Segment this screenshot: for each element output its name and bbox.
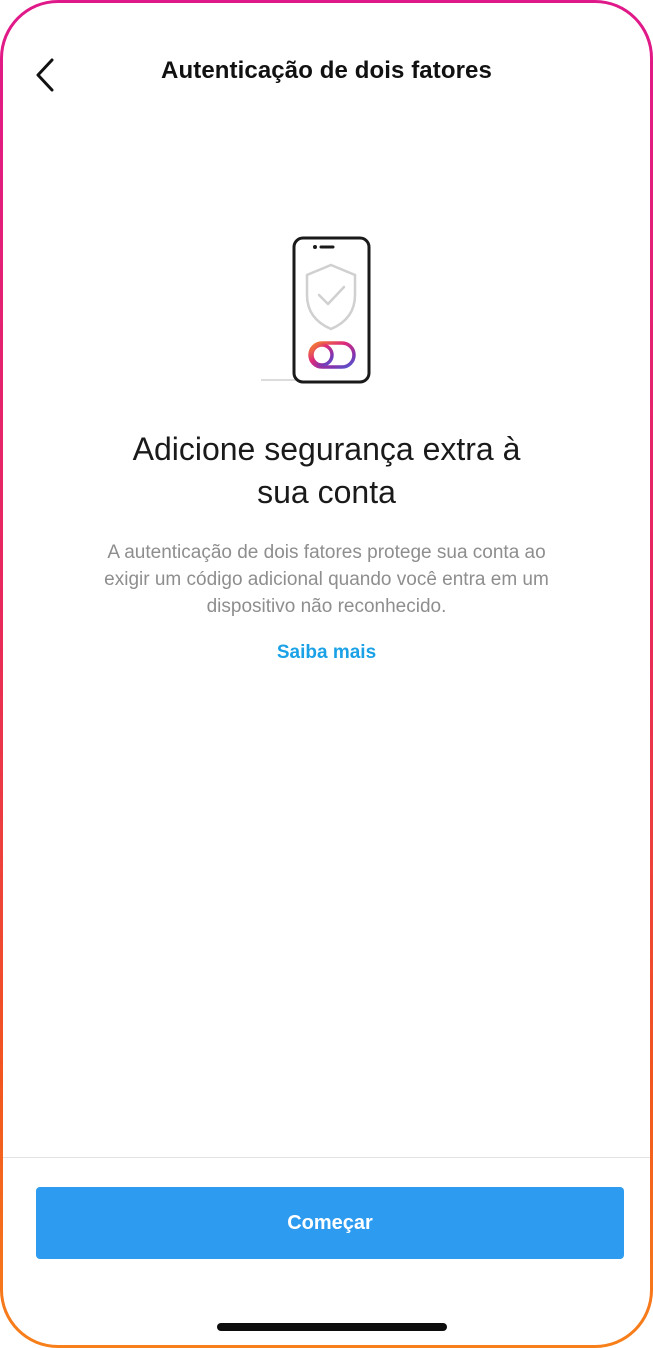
phone-shield-icon — [253, 233, 383, 393]
description-line-3: dispositivo não reconhecido. — [206, 596, 447, 617]
headline: Adicione segurança extra à sua conta — [43, 428, 610, 514]
page-title: Autenticação de dois fatores — [161, 57, 492, 84]
screen: Autenticação de dois fatores Adicione se… — [3, 3, 650, 1345]
description-line-1: A autenticação de dois fatores protege s… — [107, 542, 546, 563]
device-frame: Autenticação de dois fatores Adicione se… — [0, 0, 653, 1348]
headline-line-1: Adicione segurança extra à — [132, 431, 521, 467]
headline-line-2: sua conta — [257, 474, 396, 510]
description-line-2: exigir um código adicional quando você e… — [104, 569, 549, 590]
footer-divider — [3, 1157, 650, 1158]
home-indicator[interactable] — [217, 1323, 447, 1331]
learn-more-link[interactable]: Saiba mais — [3, 642, 650, 664]
start-button[interactable]: Começar — [36, 1187, 624, 1259]
description: A autenticação de dois fatores protege s… — [23, 539, 630, 620]
